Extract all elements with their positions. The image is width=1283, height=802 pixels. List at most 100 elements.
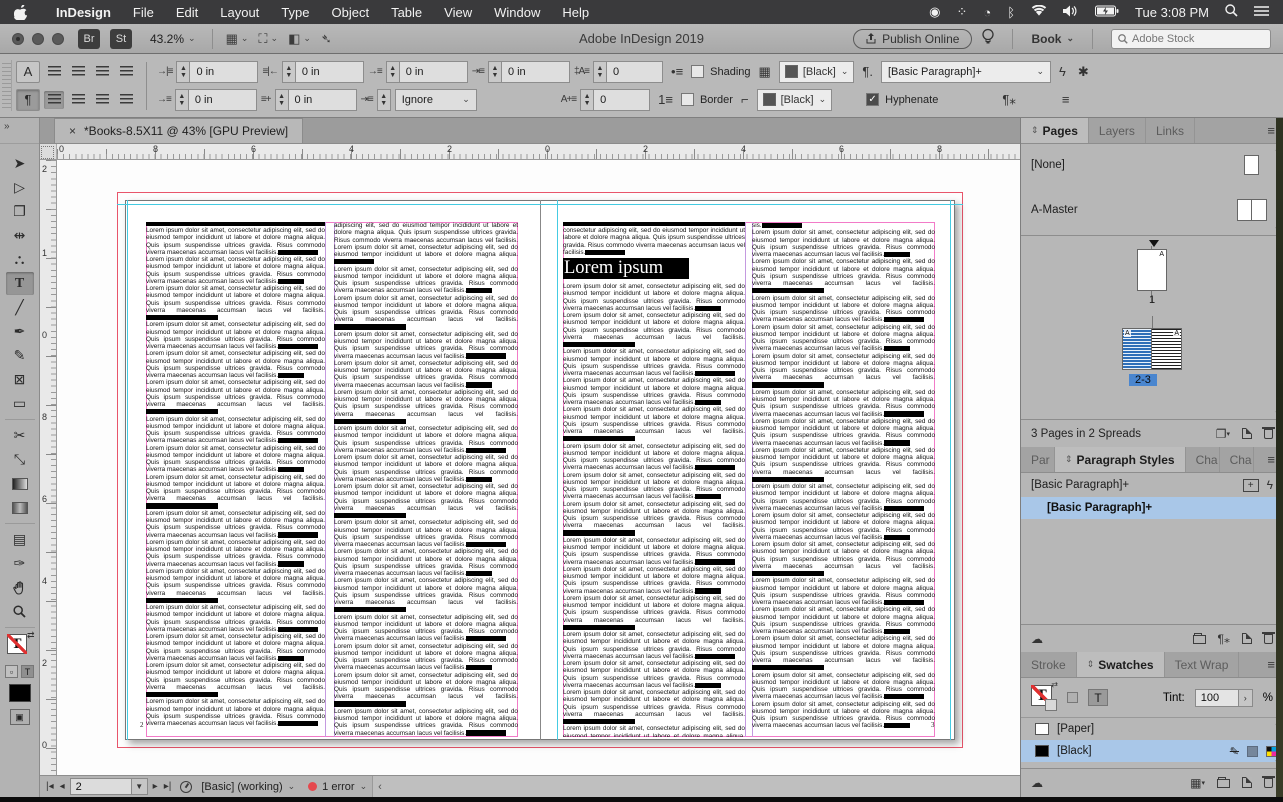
menu-view[interactable]: View — [433, 5, 483, 20]
align-to-grid-dropdown[interactable]: Ignore⌄ — [395, 89, 477, 111]
text-column-left-2[interactable]: adipiscing elit, sed do eiusmod tempor i… — [334, 222, 518, 737]
window-zoom-button[interactable] — [52, 33, 64, 45]
style-quick-apply-icon[interactable]: ϟ — [1267, 478, 1273, 492]
window-close-button[interactable] — [12, 33, 24, 45]
ruler-guide-horizontal[interactable] — [117, 204, 963, 205]
menu-type[interactable]: Type — [270, 5, 320, 20]
spread-2-3-label[interactable]: 2-3 — [1129, 374, 1157, 386]
window-minimize-button[interactable] — [32, 33, 44, 45]
swap-fill-stroke-icon[interactable]: ⇄ — [27, 630, 35, 641]
panel-grip[interactable] — [2, 60, 12, 111]
border-checkbox[interactable] — [681, 93, 694, 106]
wifi-icon[interactable] — [1031, 5, 1047, 20]
creative-cloud-icon[interactable]: ◉ — [929, 4, 940, 20]
master-none-thumbnail[interactable] — [1244, 155, 1259, 175]
justify-right-button[interactable] — [92, 91, 112, 109]
tab-swatches[interactable]: ⇕Swatches — [1077, 652, 1165, 677]
workspace-dropdown[interactable]: Book⌄ — [1031, 32, 1074, 46]
screen-mode-button[interactable]: ▣ — [10, 709, 30, 725]
current-style-name[interactable]: [Basic Paragraph]+ — [1031, 479, 1129, 491]
eyedropper-tool[interactable]: ✑ — [6, 552, 34, 575]
bluetooth-icon[interactable]: ᛒ — [1007, 5, 1015, 20]
menu-object[interactable]: Object — [321, 5, 381, 20]
formatting-affects-container-toggle[interactable] — [1067, 692, 1078, 703]
gpu-performance-icon[interactable]: ➴ — [321, 31, 332, 47]
time-machine-icon[interactable]: ◔ — [983, 5, 991, 20]
align-center-button[interactable] — [68, 63, 88, 81]
pencil-tool[interactable]: ✎ — [6, 344, 34, 367]
fill-stroke-proxy[interactable]: T ⇄ — [7, 634, 33, 660]
swatch-row-paper[interactable]: [Paper] — [1021, 718, 1283, 740]
bulleted-list-icon[interactable]: •≡ — [671, 64, 683, 79]
text-column-right-1[interactable]: consectetur adipiscing elit, sed do eius… — [563, 222, 745, 737]
justify-center-button[interactable] — [68, 91, 88, 109]
clear-overrides-icon[interactable]: ¶⁎ — [1218, 632, 1230, 646]
shading-color-dropdown[interactable]: [Black]⌄ — [779, 61, 855, 83]
drop-cap-chars-field[interactable]: 0 — [594, 89, 650, 111]
style-group-folder-icon[interactable] — [1193, 633, 1206, 644]
menu-table[interactable]: Table — [380, 5, 433, 20]
menu-file[interactable]: File — [122, 5, 165, 20]
delete-page-icon[interactable] — [1264, 429, 1273, 439]
arrange-documents-dropdown[interactable]: ◧⌄ — [288, 31, 311, 47]
left-indent-field[interactable]: 0 in — [190, 61, 258, 83]
right-indent-field[interactable]: 0 in — [296, 61, 364, 83]
style-override-icon[interactable]: + — [1243, 479, 1259, 492]
space-after-stepper[interactable]: ▲▼ — [488, 61, 502, 83]
swatch-views-icon[interactable]: ▦▾ — [1190, 776, 1205, 790]
direct-selection-tool[interactable]: ▷ — [6, 176, 34, 199]
first-line-indent-field[interactable]: 0 in — [189, 89, 257, 111]
right-indent-stepper[interactable]: ▲▼ — [282, 61, 296, 83]
master-a-label[interactable]: A-Master — [1031, 204, 1078, 216]
justify-all-button[interactable] — [44, 91, 64, 109]
selection-tool[interactable]: ➤ — [6, 152, 34, 175]
control-gear-icon[interactable]: ✱ — [1078, 64, 1089, 80]
numbered-list-icon[interactable]: 1≡ — [658, 92, 673, 107]
gradient-swatch-tool[interactable] — [6, 472, 34, 495]
previous-page-button[interactable]: ◂ — [60, 781, 65, 792]
formatting-affects-container-button[interactable]: ▫ — [5, 665, 18, 678]
close-tab-icon[interactable]: × — [69, 124, 76, 138]
drop-cap-chars-stepper[interactable]: ▲▼ — [580, 89, 594, 111]
adobe-stock-search[interactable] — [1111, 29, 1271, 49]
tab-character-partial-1[interactable]: Cha — [1186, 447, 1220, 472]
stroke-proxy[interactable] — [1045, 699, 1057, 711]
swatches-fill-stroke-proxy[interactable]: T ⇄ — [1031, 685, 1057, 711]
tab-text-wrap[interactable]: Text Wrap — [1165, 652, 1240, 677]
master-none-label[interactable]: [None] — [1031, 159, 1065, 171]
left-indent-stepper[interactable]: ▲▼ — [176, 61, 190, 83]
tab-paragraph-styles[interactable]: ⇕Paragraph Styles — [1055, 447, 1186, 472]
ruler-guide-vertical-left[interactable] — [127, 200, 128, 740]
tab-stroke[interactable]: Stroke — [1021, 652, 1077, 677]
delete-style-icon[interactable] — [1264, 634, 1273, 644]
shading-checkbox[interactable] — [691, 65, 704, 78]
hyphenate-checkbox[interactable]: ✓ — [866, 93, 879, 106]
tab-layers[interactable]: Layers — [1089, 118, 1146, 143]
vertical-ruler[interactable]: 2 1 0 8 6 4 2 0 — [40, 160, 57, 775]
align-right-button[interactable] — [92, 63, 112, 81]
text-fill-none-indicator[interactable]: T — [7, 634, 27, 654]
page-1-label[interactable]: 1 — [1137, 294, 1167, 306]
page-tool[interactable]: ❐ — [6, 200, 34, 223]
horizontal-scrollbar[interactable]: ‹ — [372, 776, 1020, 797]
stock-search-input[interactable] — [1132, 33, 1242, 45]
menu-layout[interactable]: Layout — [209, 5, 270, 20]
adobe-stock-button[interactable]: St — [110, 29, 132, 49]
free-transform-tool[interactable]: ⤡ — [6, 448, 34, 471]
justify-last-left-button[interactable] — [116, 63, 136, 81]
pasteboard[interactable]: Lorem ipsum dolor sit amet, consectetur … — [57, 160, 1020, 775]
character-formatting-button[interactable]: A — [16, 61, 40, 83]
tab-character-partial-2[interactable]: Cha — [1220, 447, 1254, 472]
apply-color-button[interactable] — [9, 684, 31, 702]
view-options-dropdown[interactable]: ▦⌄ — [226, 31, 249, 47]
notification-center-icon[interactable] — [1254, 5, 1269, 20]
tint-dropdown-button[interactable]: › — [1239, 689, 1253, 707]
gradient-feather-tool[interactable] — [6, 496, 34, 519]
pen-tool[interactable]: ✒ — [6, 320, 34, 343]
swap-fill-stroke-icon[interactable]: ⇄ — [1051, 680, 1058, 689]
document-tab[interactable]: × *Books-8.5X11 @ 43% [GPU Preview] — [54, 118, 303, 143]
preflight-profile-dropdown[interactable]: [Basic] (working) — [201, 781, 282, 793]
new-color-group-icon[interactable] — [1217, 777, 1230, 788]
menu-help[interactable]: Help — [551, 5, 600, 20]
page-number-field[interactable] — [70, 778, 132, 795]
